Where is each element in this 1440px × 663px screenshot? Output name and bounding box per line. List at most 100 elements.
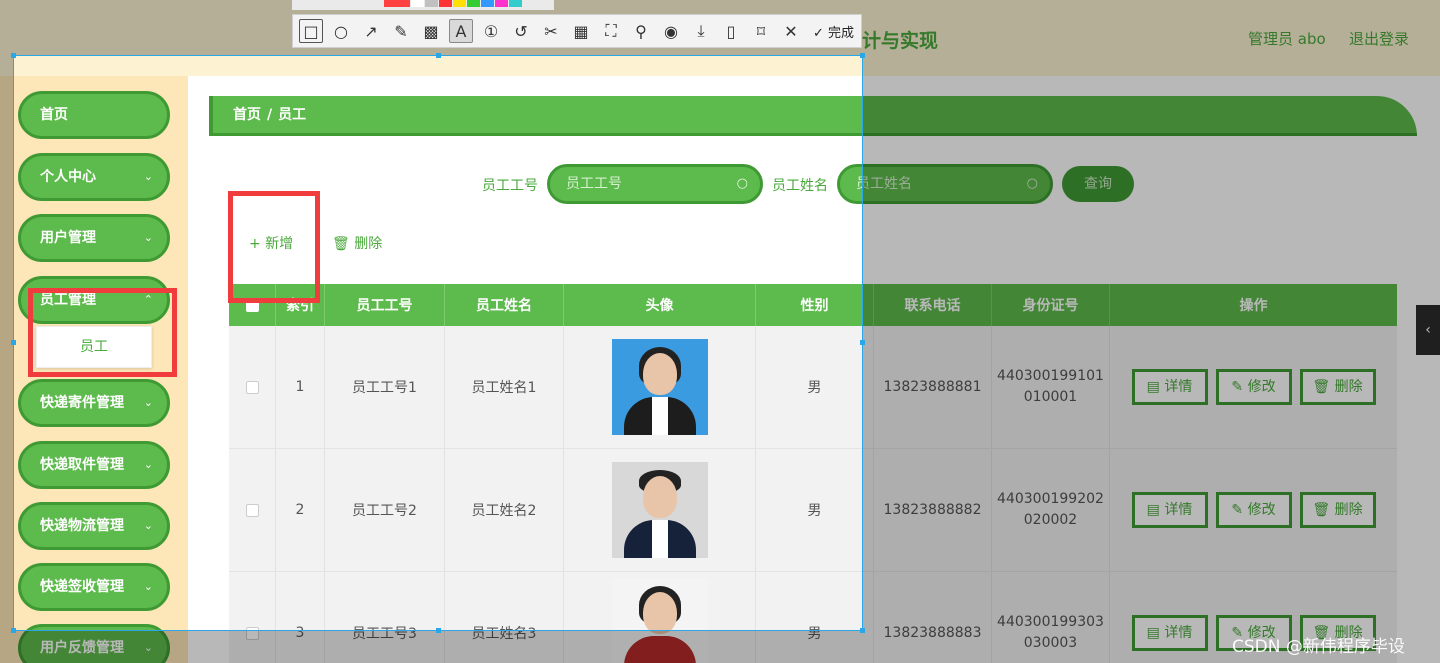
color-swatch[interactable] [453, 0, 466, 7]
emp-name-search-input[interactable]: 员工姓名 ○ [837, 164, 1053, 204]
sidebar-item-signoff[interactable]: 快递签收管理 ⌄ [18, 563, 170, 611]
sidebar-item-pickup-express[interactable]: 快递取件管理 ⌄ [18, 441, 170, 489]
color-swatch[interactable] [467, 0, 480, 7]
row-select-cell[interactable] [229, 449, 276, 571]
id-number-line: 440300199101 [997, 368, 1104, 384]
site-title: 计与实现 [862, 30, 939, 52]
select-all-cell[interactable] [229, 284, 276, 326]
cell-phone: 13823888881 [874, 326, 992, 448]
row-select-cell[interactable] [229, 572, 276, 663]
avatar [611, 578, 708, 663]
row-checkbox[interactable] [245, 380, 259, 394]
color-swatch[interactable] [509, 0, 522, 7]
table-row: 2 员工工号2 员工姓名2 男 13823888882 440300199202… [229, 449, 1397, 572]
color-swatch[interactable] [481, 0, 494, 7]
download-icon[interactable]: ⤓ [689, 19, 713, 43]
color-swatch[interactable] [495, 0, 508, 7]
ocr-icon[interactable]: ▦ [569, 19, 593, 43]
detail-button[interactable]: ▤ 详情 [1131, 369, 1208, 405]
column-header: 员工工号 [325, 284, 445, 326]
main-content: 首页 / 员工 员工工号 员工工号 ○ 员工姓名 员工姓名 ○ 查询 + 新增 🗑 … [188, 76, 1440, 663]
search-icon: ○ [1026, 176, 1038, 191]
done-button[interactable]: ✓ 完成 [813, 22, 854, 41]
delete-button[interactable]: 🗑 删除 [1299, 492, 1376, 528]
color-swatch[interactable] [425, 0, 438, 7]
arrow-icon[interactable]: ↗ [359, 19, 383, 43]
scissors-icon[interactable]: ✂ [539, 19, 563, 43]
column-header: 联系电话 [874, 284, 992, 326]
sidebar-item-label: 个人中心 [40, 169, 96, 185]
color-swatch[interactable] [411, 0, 424, 7]
number-icon[interactable]: ① [479, 19, 503, 43]
pencil-icon[interactable]: ✎ [389, 19, 413, 43]
text-icon[interactable]: A [449, 19, 473, 43]
detail-button[interactable]: ▤ 详情 [1131, 492, 1208, 528]
sidebar-item-home[interactable]: 首页 [18, 91, 170, 139]
sidebar-item-send-express[interactable]: 快递寄件管理 ⌄ [18, 379, 170, 427]
color-swatch-current[interactable] [384, 0, 410, 7]
cell-id-number: 440300199303 030003 [992, 572, 1110, 663]
search-icon: ○ [736, 176, 748, 191]
color-palette [292, 0, 554, 10]
chevron-down-icon: ⌄ [143, 580, 153, 593]
emp-no-search-input[interactable]: 员工工号 ○ [547, 164, 763, 204]
chevron-down-icon: ⌄ [143, 231, 153, 244]
edit-button[interactable]: ✎ 修改 [1215, 369, 1292, 405]
table-header: 索引 员工工号 员工姓名 头像 性别 联系电话 身份证号 操作 [229, 284, 1397, 326]
collapse-tab[interactable]: ‹ [1416, 305, 1440, 355]
chevron-up-icon: ⌃ [143, 293, 153, 306]
cell-index: 3 [276, 572, 325, 663]
admin-label: 管理员 abo [1248, 30, 1326, 48]
cell-avatar [564, 326, 756, 448]
color-swatch[interactable] [439, 0, 452, 7]
breadcrumb-current: 员工 [278, 107, 307, 123]
rectangle-icon[interactable]: □ [299, 19, 323, 43]
sidebar-item-employee-management[interactable]: 员工管理 ⌃ [18, 276, 170, 324]
input-placeholder: 员工姓名 [856, 176, 912, 192]
cell-avatar [564, 449, 756, 571]
sidebar-item-label: 快递取件管理 [40, 457, 124, 473]
sidebar-item-logistics[interactable]: 快递物流管理 ⌄ [18, 502, 170, 550]
id-number-line: 010001 [1023, 389, 1078, 405]
avatar [611, 462, 708, 558]
detail-button[interactable]: ▤ 详情 [1131, 615, 1208, 651]
close-icon[interactable]: ✕ [779, 19, 803, 43]
row-select-cell[interactable] [229, 326, 276, 448]
cell-index: 1 [276, 326, 325, 448]
chevron-down-icon: ⌄ [143, 170, 153, 183]
select-all-checkbox[interactable] [245, 298, 259, 312]
record-icon[interactable]: ◉ [659, 19, 683, 43]
id-number-line: 020002 [1023, 512, 1078, 528]
add-button[interactable]: + 新增 [249, 233, 293, 253]
sidebar-item-feedback[interactable]: 用户反馈管理 ⌄ [18, 624, 170, 663]
sidebar-item-label: 快递物流管理 [40, 518, 124, 534]
edit-button[interactable]: ✎ 修改 [1215, 492, 1292, 528]
id-number-line: 030003 [1023, 635, 1078, 651]
undo-icon[interactable]: ↺ [509, 19, 533, 43]
bookmark-icon[interactable]: ⌑ [749, 19, 773, 43]
logout-link[interactable]: 退出登录 [1349, 28, 1409, 49]
breadcrumb-separator: / [267, 107, 273, 123]
phone-icon[interactable]: ▯ [719, 19, 743, 43]
cell-id-number: 440300199101 010001 [992, 326, 1110, 448]
sidebar-item-personal-center[interactable]: 个人中心 ⌄ [18, 153, 170, 201]
cell-phone: 13823888882 [874, 449, 992, 571]
column-header: 性别 [756, 284, 874, 326]
screen-capture-icon[interactable]: ⛶ [599, 19, 623, 43]
delete-button[interactable]: 🗑 删除 [1299, 369, 1376, 405]
cell-phone: 13823888883 [874, 572, 992, 663]
mosaic-icon[interactable]: ▩ [419, 19, 443, 43]
chevron-down-icon: ⌄ [143, 396, 153, 409]
batch-delete-button[interactable]: 🗑 删除 [332, 233, 382, 253]
id-number-line: 440300199303 [997, 614, 1104, 630]
pin-icon[interactable]: ⚲ [629, 19, 653, 43]
cell-gender: 男 [756, 572, 874, 663]
row-checkbox[interactable] [245, 503, 259, 517]
ellipse-icon[interactable]: ○ [329, 19, 353, 43]
sidebar-subitem-employee[interactable]: 员工 [36, 326, 152, 368]
row-checkbox[interactable] [245, 626, 259, 640]
screenshot-toolbar: □ ○ ↗ ✎ ▩ A ① ↺ ✂ ▦ ⛶ ⚲ ◉ ⤓ ▯ ⌑ ✕ ✓ 完成 [292, 14, 862, 48]
breadcrumb-home[interactable]: 首页 [233, 96, 261, 134]
sidebar-item-user-management[interactable]: 用户管理 ⌄ [18, 214, 170, 262]
query-button[interactable]: 查询 [1062, 166, 1134, 202]
